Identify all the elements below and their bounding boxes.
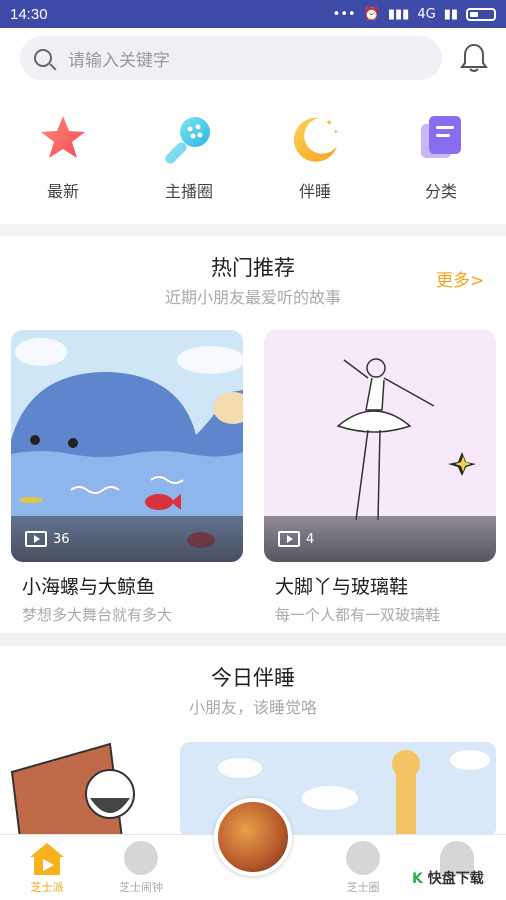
section-subtitle: 小朋友，该睡觉咯 [188, 698, 317, 717]
signal-icon: ▮▮▮ [387, 6, 410, 22]
network-type: 4G [417, 6, 436, 22]
top-section: 请输入关键字 最新 主播圈 ✦ ✦ 伴睡 分类 [0, 28, 506, 224]
play-icon [278, 531, 300, 547]
play-icon [25, 531, 47, 547]
nav-item-alarm[interactable]: 芝士闹钟 [96, 841, 186, 895]
story-title[interactable]: 大脚丫与玻璃鞋 [275, 572, 408, 599]
category-classify[interactable]: 分类 [378, 108, 504, 208]
now-playing-button[interactable] [214, 798, 292, 876]
search-bar[interactable]: 请输入关键字 [20, 36, 442, 80]
story-card-ballet[interactable]: 4 [264, 330, 496, 562]
nav-label: 芝士闹钟 [119, 881, 163, 894]
watermark: K 快盘下载 [412, 868, 484, 888]
story-subtitle: 梦想多大舞台就有多大 [22, 606, 173, 624]
search-placeholder: 请输入关键字 [68, 50, 170, 71]
play-count-bar: 36 [11, 516, 243, 562]
status-bar: 14:30 ••• ⏰ ▮▮▮ 4G ▮▮ [0, 0, 506, 28]
chat-bubble-icon [346, 841, 380, 875]
section-title: 热门推荐 [211, 256, 295, 280]
battery-icon [466, 7, 496, 21]
play-count: 4 [306, 531, 315, 547]
more-dots-icon: ••• [332, 6, 356, 22]
section-title: 今日伴睡 [211, 666, 295, 690]
status-time: 14:30 [10, 5, 48, 23]
signal-icon-2: ▮▮ [443, 6, 458, 22]
play-count-bar: 4 [264, 516, 496, 562]
category-anchor-circle[interactable]: 主播圈 [126, 108, 252, 208]
nav-label: 芝士圈 [346, 881, 380, 894]
moon-icon: ✦ ✦ [293, 117, 339, 162]
watermark-text: 快盘下载 [427, 871, 484, 887]
watermark-logo-icon: K [412, 871, 423, 887]
story-card-whale[interactable]: 36 [11, 330, 243, 562]
alarm-icon: ⏰ [363, 6, 380, 22]
hot-section: 热门推荐 近期小朋友最爱听的故事 更多> 36 小海螺与大鲸鱼 梦想多大舞台就有… [0, 236, 506, 633]
category-label: 伴睡 [298, 182, 331, 201]
svg-text:✦: ✦ [333, 128, 339, 136]
bell-icon[interactable] [458, 42, 490, 74]
home-icon [30, 843, 64, 875]
category-latest[interactable]: 最新 [0, 108, 126, 208]
search-icon [34, 49, 52, 67]
category-sleep[interactable]: ✦ ✦ 伴睡 [252, 108, 378, 208]
category-label: 最新 [46, 182, 79, 201]
category-label: 主播圈 [164, 182, 213, 201]
play-count: 36 [53, 531, 70, 547]
alarm-clock-icon [124, 841, 158, 875]
nav-label: 芝士派 [30, 881, 64, 894]
microphone-icon [165, 117, 210, 164]
category-label: 分类 [424, 182, 457, 201]
category-card-icon [421, 116, 461, 158]
star-icon [41, 116, 85, 158]
nav-item-circle[interactable]: 芝士圈 [318, 841, 408, 895]
more-link[interactable]: 更多> [436, 266, 484, 291]
story-title[interactable]: 小海螺与大鲸鱼 [22, 572, 155, 599]
category-row: 最新 主播圈 ✦ ✦ 伴睡 分类 [0, 108, 506, 208]
nav-item-cheese-pie[interactable]: 芝士派 [2, 841, 92, 895]
section-subtitle: 近期小朋友最爱听的故事 [164, 288, 341, 307]
story-subtitle: 每一个人都有一双玻璃鞋 [275, 606, 441, 624]
